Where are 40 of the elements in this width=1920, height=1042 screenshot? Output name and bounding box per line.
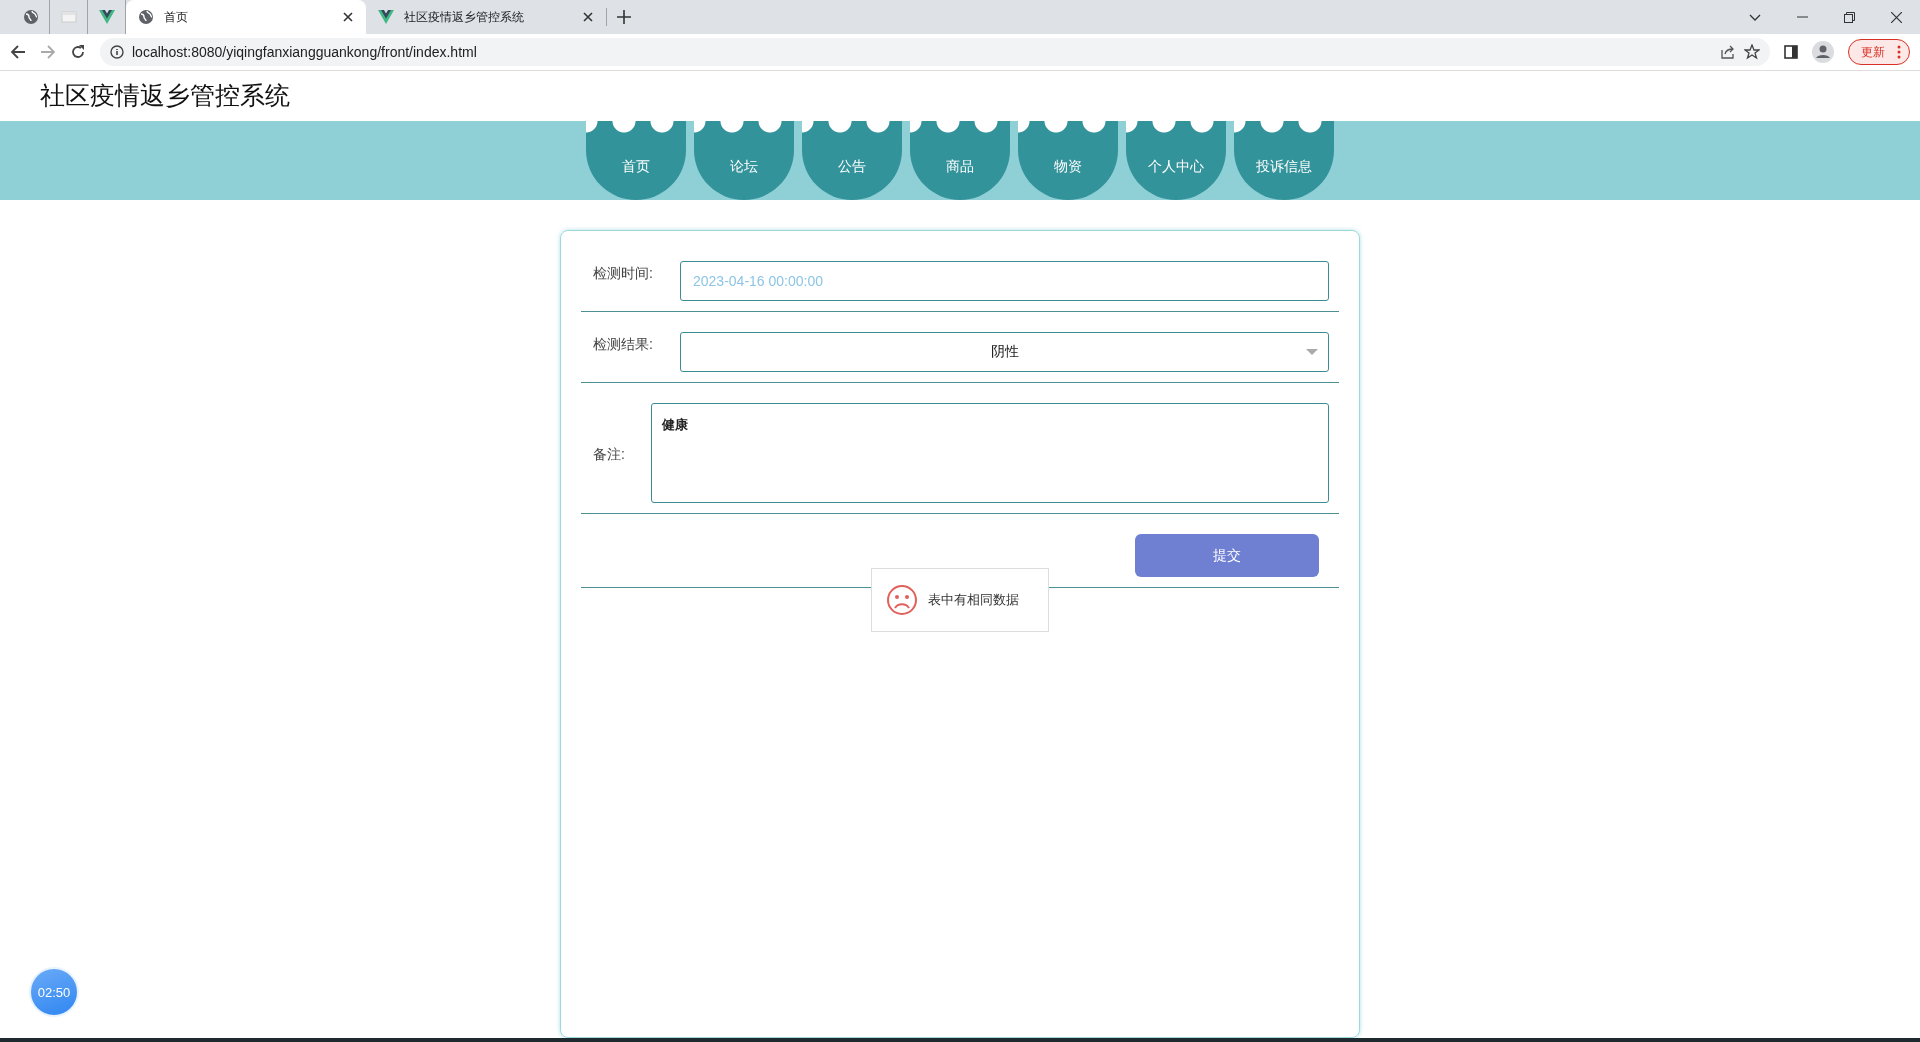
restore-icon[interactable] — [1844, 11, 1855, 23]
result-dropdown[interactable]: 阴性 — [680, 332, 1329, 372]
close-icon[interactable] — [582, 11, 594, 23]
nav-link[interactable]: 公告 — [802, 121, 902, 200]
nav-link[interactable]: 论坛 — [694, 121, 794, 200]
nav-link[interactable]: 商品 — [910, 121, 1010, 200]
info-icon[interactable] — [110, 45, 124, 59]
close-icon[interactable] — [342, 11, 354, 23]
nav-link[interactable]: 个人中心 — [1126, 121, 1226, 200]
close-icon[interactable] — [1891, 11, 1902, 23]
note-textarea[interactable]: 健康 — [651, 403, 1329, 503]
v-logo-icon — [378, 9, 394, 25]
site-title: 社区疫情返乡管控系统 — [40, 80, 290, 111]
globe-icon — [138, 9, 154, 25]
toast-message: 表中有相同数据 — [928, 591, 1019, 609]
profile-icon[interactable] — [1812, 41, 1834, 63]
plus-icon[interactable] — [617, 9, 631, 24]
side-panel-icon[interactable] — [1784, 45, 1798, 59]
nav-link[interactable]: 物资 — [1018, 121, 1118, 200]
field-label: 备注: — [593, 445, 626, 464]
field-label: 检测结果: — [593, 335, 654, 354]
globe-icon[interactable] — [22, 9, 39, 25]
date-field[interactable]: 2023-04-16 00:00:00 — [680, 261, 1329, 301]
caret-icon — [1306, 349, 1318, 355]
v-logo-icon[interactable] — [98, 9, 115, 25]
sad-face-icon — [886, 584, 918, 616]
browser-tab[interactable]: 社区疫情返乡管控系统 — [366, 0, 606, 34]
timer-badge[interactable]: 02:50 — [29, 967, 79, 1017]
reload-icon[interactable] — [70, 44, 86, 60]
chevron-down-icon[interactable] — [1749, 13, 1761, 21]
share-icon[interactable] — [1720, 44, 1736, 60]
browser-tab[interactable]: 首页 — [126, 0, 366, 34]
back-arrow-icon[interactable] — [10, 44, 26, 60]
star-icon[interactable] — [1744, 44, 1760, 60]
field-label: 检测时间: — [593, 264, 654, 283]
update-button[interactable]: 更新 — [1848, 39, 1910, 65]
submit-button[interactable]: 提交 — [1135, 534, 1319, 577]
nav-link[interactable]: 首页 — [586, 121, 686, 200]
nav-link[interactable]: 投诉信息 — [1234, 121, 1334, 200]
more-dots-icon — [1897, 45, 1901, 59]
